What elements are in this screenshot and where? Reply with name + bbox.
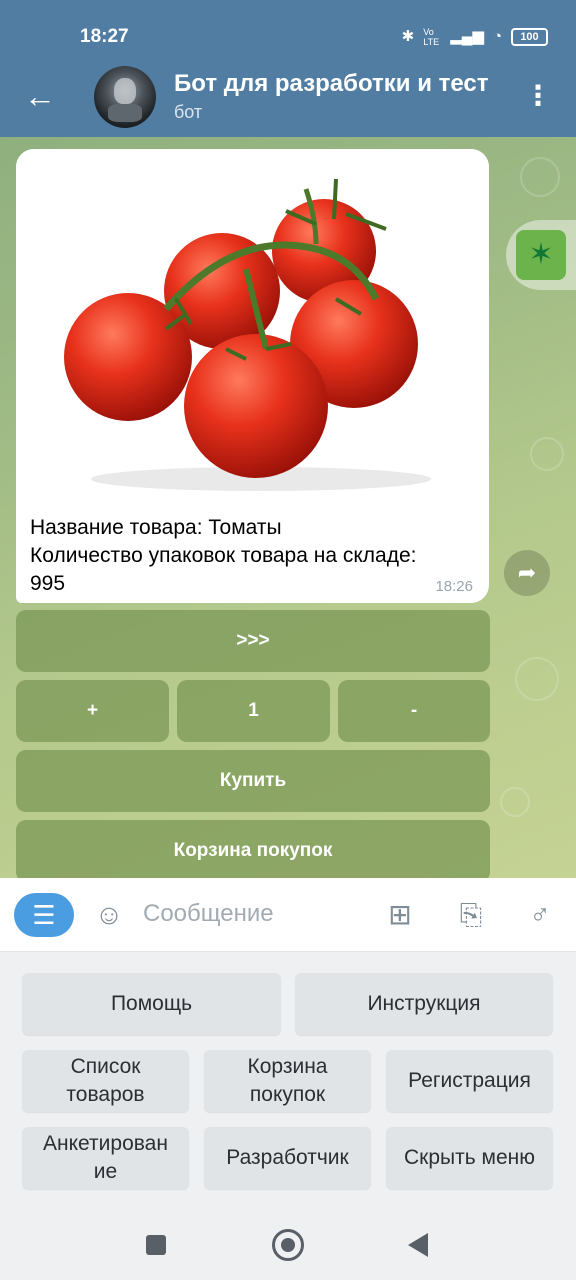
tomato-photo bbox=[16, 149, 489, 507]
status-icons: ✱ Vo LTE ▂▄▆ ◔ 100 bbox=[402, 26, 548, 48]
cart-button[interactable]: Корзина покупок bbox=[16, 820, 490, 878]
stock-value: 995 bbox=[30, 572, 66, 595]
plus-button[interactable]: + bbox=[16, 680, 169, 742]
battery-icon: 100 bbox=[511, 28, 548, 46]
next-button[interactable]: >>> bbox=[16, 610, 490, 672]
developer-button[interactable]: Разработчик bbox=[204, 1127, 371, 1189]
stock-label: Количество упаковок товара на складе: bbox=[30, 544, 417, 567]
hide-menu-button[interactable]: Скрыть меню bbox=[386, 1127, 553, 1189]
bluetooth-icon: ✱ bbox=[401, 28, 415, 45]
volte-icon: Vo LTE bbox=[423, 27, 440, 47]
bug-icon: ✶ bbox=[516, 230, 566, 280]
system-nav-bar bbox=[0, 1212, 576, 1280]
cart-menu-button[interactable]: Корзина покупок bbox=[204, 1050, 371, 1112]
wifi-icon: ◔ bbox=[492, 28, 502, 45]
sticker-shortcut[interactable]: ✶ bbox=[506, 220, 576, 290]
more-options-icon[interactable]: ⋮ bbox=[524, 78, 552, 114]
back-arrow-icon[interactable]: ← bbox=[24, 76, 56, 116]
products-list-button[interactable]: Список товаров bbox=[22, 1050, 189, 1112]
message-input[interactable]: Сообщение bbox=[143, 900, 274, 928]
home-icon[interactable] bbox=[272, 1229, 304, 1261]
keyboard-grid-icon[interactable]: ⊞ bbox=[381, 896, 419, 934]
survey-button[interactable]: Анкетирован ие bbox=[22, 1127, 189, 1189]
chat-area[interactable]: Название товара: Томаты Количество упако… bbox=[0, 137, 576, 878]
share-icon[interactable]: ➦ bbox=[504, 550, 550, 596]
chat-subtitle: бот bbox=[174, 102, 203, 122]
back-nav-icon[interactable] bbox=[408, 1233, 428, 1257]
minus-button[interactable]: - bbox=[338, 680, 490, 742]
quantity-button[interactable]: 1 bbox=[177, 680, 330, 742]
message-time: 18:26 bbox=[435, 578, 473, 595]
product-name: Название товара: Томаты bbox=[30, 516, 282, 539]
microphone-icon[interactable]: ♂ bbox=[521, 896, 559, 934]
signal-icon: ▂▄▆ bbox=[450, 28, 484, 45]
help-button[interactable]: Помощь bbox=[22, 973, 281, 1035]
buy-button[interactable]: Купить bbox=[16, 750, 490, 812]
bot-avatar[interactable] bbox=[94, 66, 156, 128]
status-time: 18:27 bbox=[80, 26, 129, 47]
attach-icon[interactable]: ⎘ bbox=[452, 896, 490, 934]
registration-button[interactable]: Регистрация bbox=[386, 1050, 553, 1112]
emoji-icon[interactable]: ☺ bbox=[90, 896, 128, 934]
top-bar: 18:27 ✱ Vo LTE ▂▄▆ ◔ 100 ← Бот для разра… bbox=[0, 0, 576, 137]
message-caption: Название товара: Томаты Количество упако… bbox=[30, 514, 416, 598]
instruction-button[interactable]: Инструкция bbox=[295, 973, 553, 1035]
reply-keyboard: Помощь Инструкция Список товаров Корзина… bbox=[0, 952, 576, 1212]
chat-title[interactable]: Бот для разработки и тест bbox=[174, 70, 504, 98]
chat-header: ← Бот для разработки и тест бот ⋮ bbox=[0, 60, 576, 137]
message-bubble[interactable]: Название товара: Томаты Количество упако… bbox=[16, 149, 489, 603]
bot-menu-button[interactable]: ☰ bbox=[14, 893, 74, 937]
message-input-bar: ☰ ☺ Сообщение ⊞ ⎘ ♂ bbox=[0, 878, 576, 952]
recents-icon[interactable] bbox=[146, 1235, 166, 1255]
